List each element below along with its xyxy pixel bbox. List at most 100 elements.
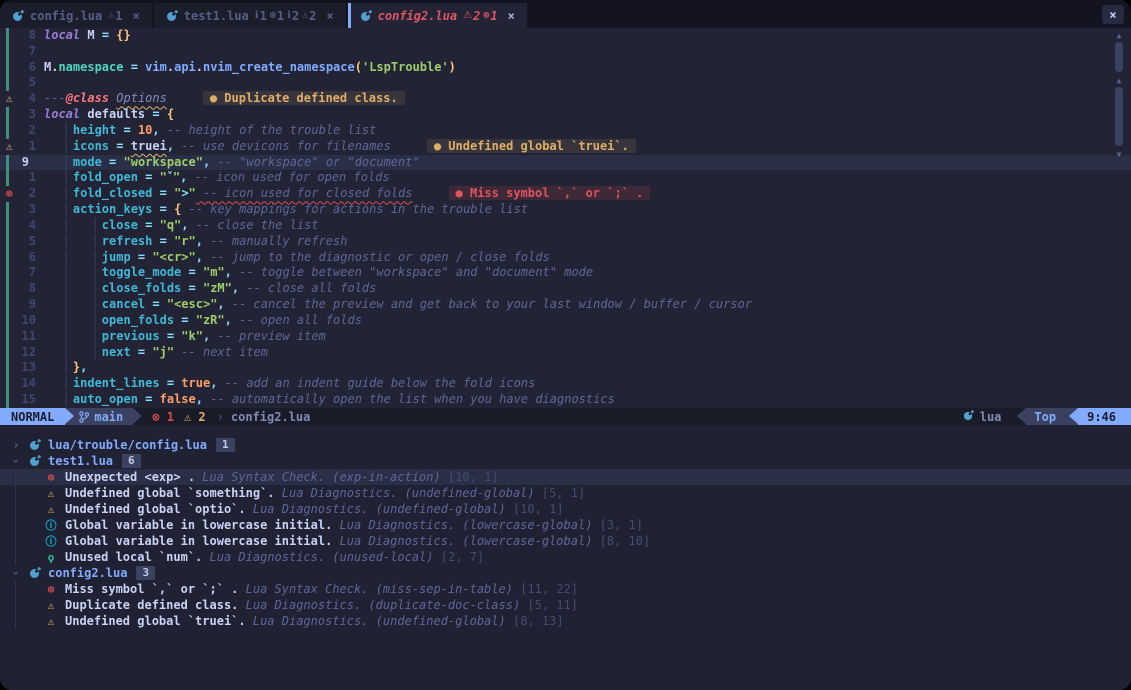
line-number[interactable]: 15 — [18, 392, 36, 408]
code-line[interactable]: 9 ▏mode = "workspace", -- "workspace" or… — [0, 155, 1131, 171]
line-number[interactable]: 2 — [18, 123, 36, 139]
code-line[interactable]: 6M.namespace = vim.api.nvim_create_names… — [0, 60, 1131, 76]
code-line[interactable]: 15 ▏auto_open = false, -- automatically … — [0, 392, 1131, 408]
scroll-down-icon[interactable]: ▼ — [1113, 149, 1125, 161]
tab-badge-error: ⊗1 — [270, 9, 284, 23]
code-line[interactable]: 14 ▏indent_lines = true, -- add an inden… — [0, 376, 1131, 392]
line-number[interactable]: 6 — [18, 60, 36, 76]
code-line[interactable]: 4 ▏ ▏close = "q", -- close the list — [0, 218, 1131, 234]
line-number[interactable]: 8 — [18, 281, 36, 297]
code-text — [36, 75, 44, 91]
trouble-source: Lua Diagnostics. — [253, 502, 369, 516]
git-sign — [0, 360, 18, 376]
line-number[interactable]: 11 — [18, 329, 36, 345]
code-text: ▏mode = "workspace", -- "workspace" or "… — [36, 155, 420, 171]
git-sign — [0, 265, 18, 281]
trouble-location: [8, 13] — [513, 614, 564, 628]
line-number[interactable]: 8 — [18, 28, 36, 44]
trouble-file-row[interactable]: ›lua/trouble/config.lua1 — [0, 437, 1131, 453]
git-sign — [0, 313, 18, 329]
tab-test1.lua[interactable]: test1.luaℹ1⊗1ℹ2⚠2× — [154, 3, 348, 28]
line-number[interactable]: 9 — [18, 155, 36, 171]
code-line[interactable]: 8local M = {} — [0, 28, 1131, 44]
code-line[interactable]: 11 ▏ ▏previous = "k", -- preview item — [0, 329, 1131, 345]
warning-icon: ⚠ — [463, 10, 472, 21]
code-line[interactable]: ⚠4---@class Options● Duplicate defined c… — [0, 91, 1131, 107]
code-line[interactable]: ⚠1 ▏icons = truei, -- use devicons for f… — [0, 139, 1131, 155]
code-line[interactable]: 7 — [0, 44, 1131, 60]
trouble-item[interactable]: ⚠Undefined global `optio`. Lua Diagnosti… — [0, 501, 1131, 517]
trouble-source: Lua Diagnostics. — [282, 486, 398, 500]
tab-close-icon[interactable]: × — [326, 9, 333, 23]
line-number[interactable]: 10 — [18, 313, 36, 329]
line-number[interactable]: 14 — [18, 376, 36, 392]
scroll-up-icon[interactable]: ▲ — [1113, 75, 1125, 87]
scrollbar[interactable]: ▲ ▲ ▼ — [1113, 28, 1125, 408]
tab-close-icon[interactable]: × — [508, 9, 515, 23]
git-sign — [0, 170, 18, 186]
code-line[interactable]: 1 ▏fold_open = "˅", -- icon used for ope… — [0, 170, 1131, 186]
statusline-diagnostics: ⊗ 1⚠ 2 — [142, 408, 209, 425]
tab-diagnostic-badges: ℹ1⊗1ℹ2⚠2 — [255, 9, 317, 23]
git-add-bar — [6, 75, 9, 91]
error-icon: ⊗ — [270, 10, 276, 21]
tab-config2.lua[interactable]: config2.lua⚠2⊗1× — [348, 3, 529, 28]
code-line[interactable]: 5 ▏ ▏refresh = "r", -- manually refresh — [0, 234, 1131, 250]
line-number[interactable]: 9 — [18, 297, 36, 313]
code-line[interactable]: 9 ▏ ▏cancel = "<esc>", -- cancel the pre… — [0, 297, 1131, 313]
line-number[interactable]: 4 — [18, 218, 36, 234]
chevron-right-icon: › — [210, 408, 231, 425]
line-number[interactable]: 1 — [18, 170, 36, 186]
trouble-item[interactable]: ⚠Undefined global `something`. Lua Diagn… — [0, 485, 1131, 501]
line-number[interactable]: 5 — [18, 234, 36, 250]
code-line[interactable]: 3local defaults = { — [0, 107, 1131, 123]
line-number[interactable]: 7 — [18, 44, 36, 60]
trouble-file-row[interactable]: ›config2.lua3 — [0, 565, 1131, 581]
code-line[interactable]: 5 — [0, 75, 1131, 91]
inline-diagnostic: ● Miss symbol `,` or `;` . — [449, 186, 651, 200]
chevron-down-icon[interactable]: › — [9, 567, 23, 579]
scroll-thumb[interactable] — [1115, 87, 1123, 146]
line-number[interactable]: 13 — [18, 360, 36, 376]
indent-guide — [15, 549, 16, 565]
code-line[interactable]: 8 ▏ ▏close_folds = "zM", -- close all fo… — [0, 281, 1131, 297]
code-line[interactable]: 12 ▏ ▏next = "j" -- next item — [0, 345, 1131, 361]
trouble-item[interactable]: ⓘGlobal variable in lowercase initial. L… — [0, 517, 1131, 533]
code-line[interactable]: 2 ▏height = 10, -- height of the trouble… — [0, 123, 1131, 139]
line-number[interactable]: 3 — [18, 202, 36, 218]
tabbar-close-button[interactable]: × — [1102, 5, 1124, 24]
line-number[interactable]: 12 — [18, 345, 36, 361]
code-line[interactable]: 10 ▏ ▏open_folds = "zR", -- open all fol… — [0, 313, 1131, 329]
trouble-item[interactable]: ⊗Miss symbol `,` or `;` . Lua Syntax Che… — [0, 581, 1131, 597]
scroll-thumb[interactable] — [1115, 42, 1123, 72]
tab-close-icon[interactable]: × — [133, 9, 140, 23]
trouble-item[interactable]: ⚠Duplicate defined class. Lua Diagnostic… — [0, 597, 1131, 613]
line-number[interactable]: 3 — [18, 107, 36, 123]
line-number[interactable]: 2 — [18, 186, 36, 202]
line-number[interactable]: 4 — [18, 91, 36, 107]
chevron-down-icon[interactable]: › — [9, 455, 23, 467]
branch-icon — [79, 411, 89, 423]
trouble-item[interactable]: ϙUnused local `num`. Lua Diagnostics. (u… — [0, 549, 1131, 565]
code-line[interactable]: 13 ▏}, — [0, 360, 1131, 376]
git-add-bar — [6, 329, 9, 345]
trouble-item[interactable]: ⚠Undefined global `truei`. Lua Diagnosti… — [0, 613, 1131, 629]
line-number[interactable]: 7 — [18, 265, 36, 281]
code-line[interactable]: 3 ▏action_keys = { -- key mappings for a… — [0, 202, 1131, 218]
code-line[interactable]: ⊗2 ▏fold_closed = ">" -- icon used for c… — [0, 186, 1131, 202]
trouble-message: Duplicate defined class. — [65, 598, 238, 612]
chevron-right-icon[interactable]: › — [10, 438, 22, 452]
tab-config.lua[interactable]: config.lua⚠1× — [0, 3, 154, 28]
line-number[interactable]: 6 — [18, 250, 36, 266]
code-line[interactable]: 7 ▏ ▏toggle_mode = "m", -- toggle betwee… — [0, 265, 1131, 281]
editor: 8local M = {}76M.namespace = vim.api.nvi… — [0, 28, 1131, 408]
trouble-item[interactable]: ⊗Unexpected <exp> . Lua Syntax Check. (e… — [0, 469, 1131, 485]
code-text: ▏indent_lines = true, -- add an indent g… — [36, 376, 535, 392]
trouble-file-row[interactable]: ›test1.lua6 — [0, 453, 1131, 469]
trouble-item[interactable]: ⓘGlobal variable in lowercase initial. L… — [0, 533, 1131, 549]
trouble-location: [2, 7] — [441, 550, 484, 564]
scroll-up-icon[interactable]: ▲ — [1113, 30, 1125, 42]
line-number[interactable]: 5 — [18, 75, 36, 91]
code-line[interactable]: 6 ▏ ▏jump = "<cr>", -- jump to the diagn… — [0, 250, 1131, 266]
line-number[interactable]: 1 — [18, 139, 36, 155]
